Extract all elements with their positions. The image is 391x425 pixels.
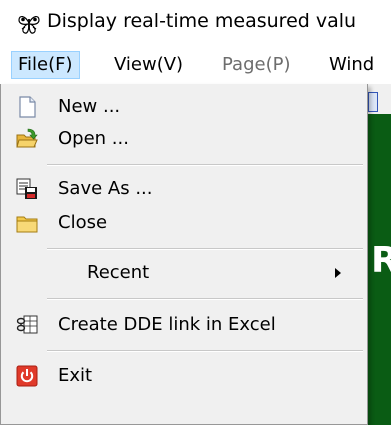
menu-item-create-dde-link[interactable]: Create DDE link in Excel bbox=[1, 308, 367, 342]
menu-item-new[interactable]: New ... bbox=[1, 90, 367, 124]
butterfly-icon bbox=[18, 16, 40, 34]
menu-separator bbox=[47, 298, 363, 300]
menu-item-label: New ... bbox=[58, 96, 121, 117]
menu-item-label: Recent bbox=[87, 262, 150, 283]
exit-icon bbox=[16, 365, 38, 387]
window-title: Display real-time measured valu bbox=[47, 10, 357, 32]
menu-separator bbox=[47, 350, 363, 352]
menu-item-open[interactable]: Open ... bbox=[1, 122, 367, 156]
menu-bar: File(F) View(V) Page(P) Wind bbox=[0, 46, 391, 84]
menu-file[interactable]: File(F) bbox=[11, 51, 80, 79]
menu-item-label: Exit bbox=[58, 365, 93, 386]
background-partial-text: R bbox=[371, 240, 391, 281]
application-window: Display real-time measured valu File(F) … bbox=[0, 0, 391, 425]
new-document-icon bbox=[19, 96, 36, 118]
menu-item-label: Open ... bbox=[58, 128, 129, 149]
menu-page: Page(P) bbox=[222, 54, 291, 75]
save-as-icon bbox=[16, 178, 37, 199]
menu-item-label: Close bbox=[58, 212, 108, 233]
menu-item-exit[interactable]: Exit bbox=[1, 359, 367, 393]
dde-link-icon bbox=[16, 315, 38, 334]
file-menu-dropdown: New ... Open ... Save As ... Close Recen… bbox=[0, 84, 368, 425]
menu-window[interactable]: Wind bbox=[323, 51, 380, 79]
menu-item-recent[interactable]: Recent bbox=[1, 256, 367, 290]
menu-separator bbox=[47, 164, 363, 166]
menu-item-label: Save As ... bbox=[58, 178, 153, 199]
title-bar: Display real-time measured valu bbox=[0, 0, 391, 46]
menu-item-close[interactable]: Close bbox=[1, 206, 367, 240]
close-folder-icon bbox=[16, 216, 38, 233]
menu-item-save-as[interactable]: Save As ... bbox=[1, 172, 367, 206]
menu-separator bbox=[47, 248, 363, 250]
menu-item-label: Create DDE link in Excel bbox=[58, 314, 276, 335]
background-toolbar-button bbox=[368, 92, 378, 112]
submenu-arrow-icon bbox=[335, 268, 341, 278]
open-folder-icon bbox=[16, 128, 38, 148]
menu-view[interactable]: View(V) bbox=[108, 51, 189, 79]
